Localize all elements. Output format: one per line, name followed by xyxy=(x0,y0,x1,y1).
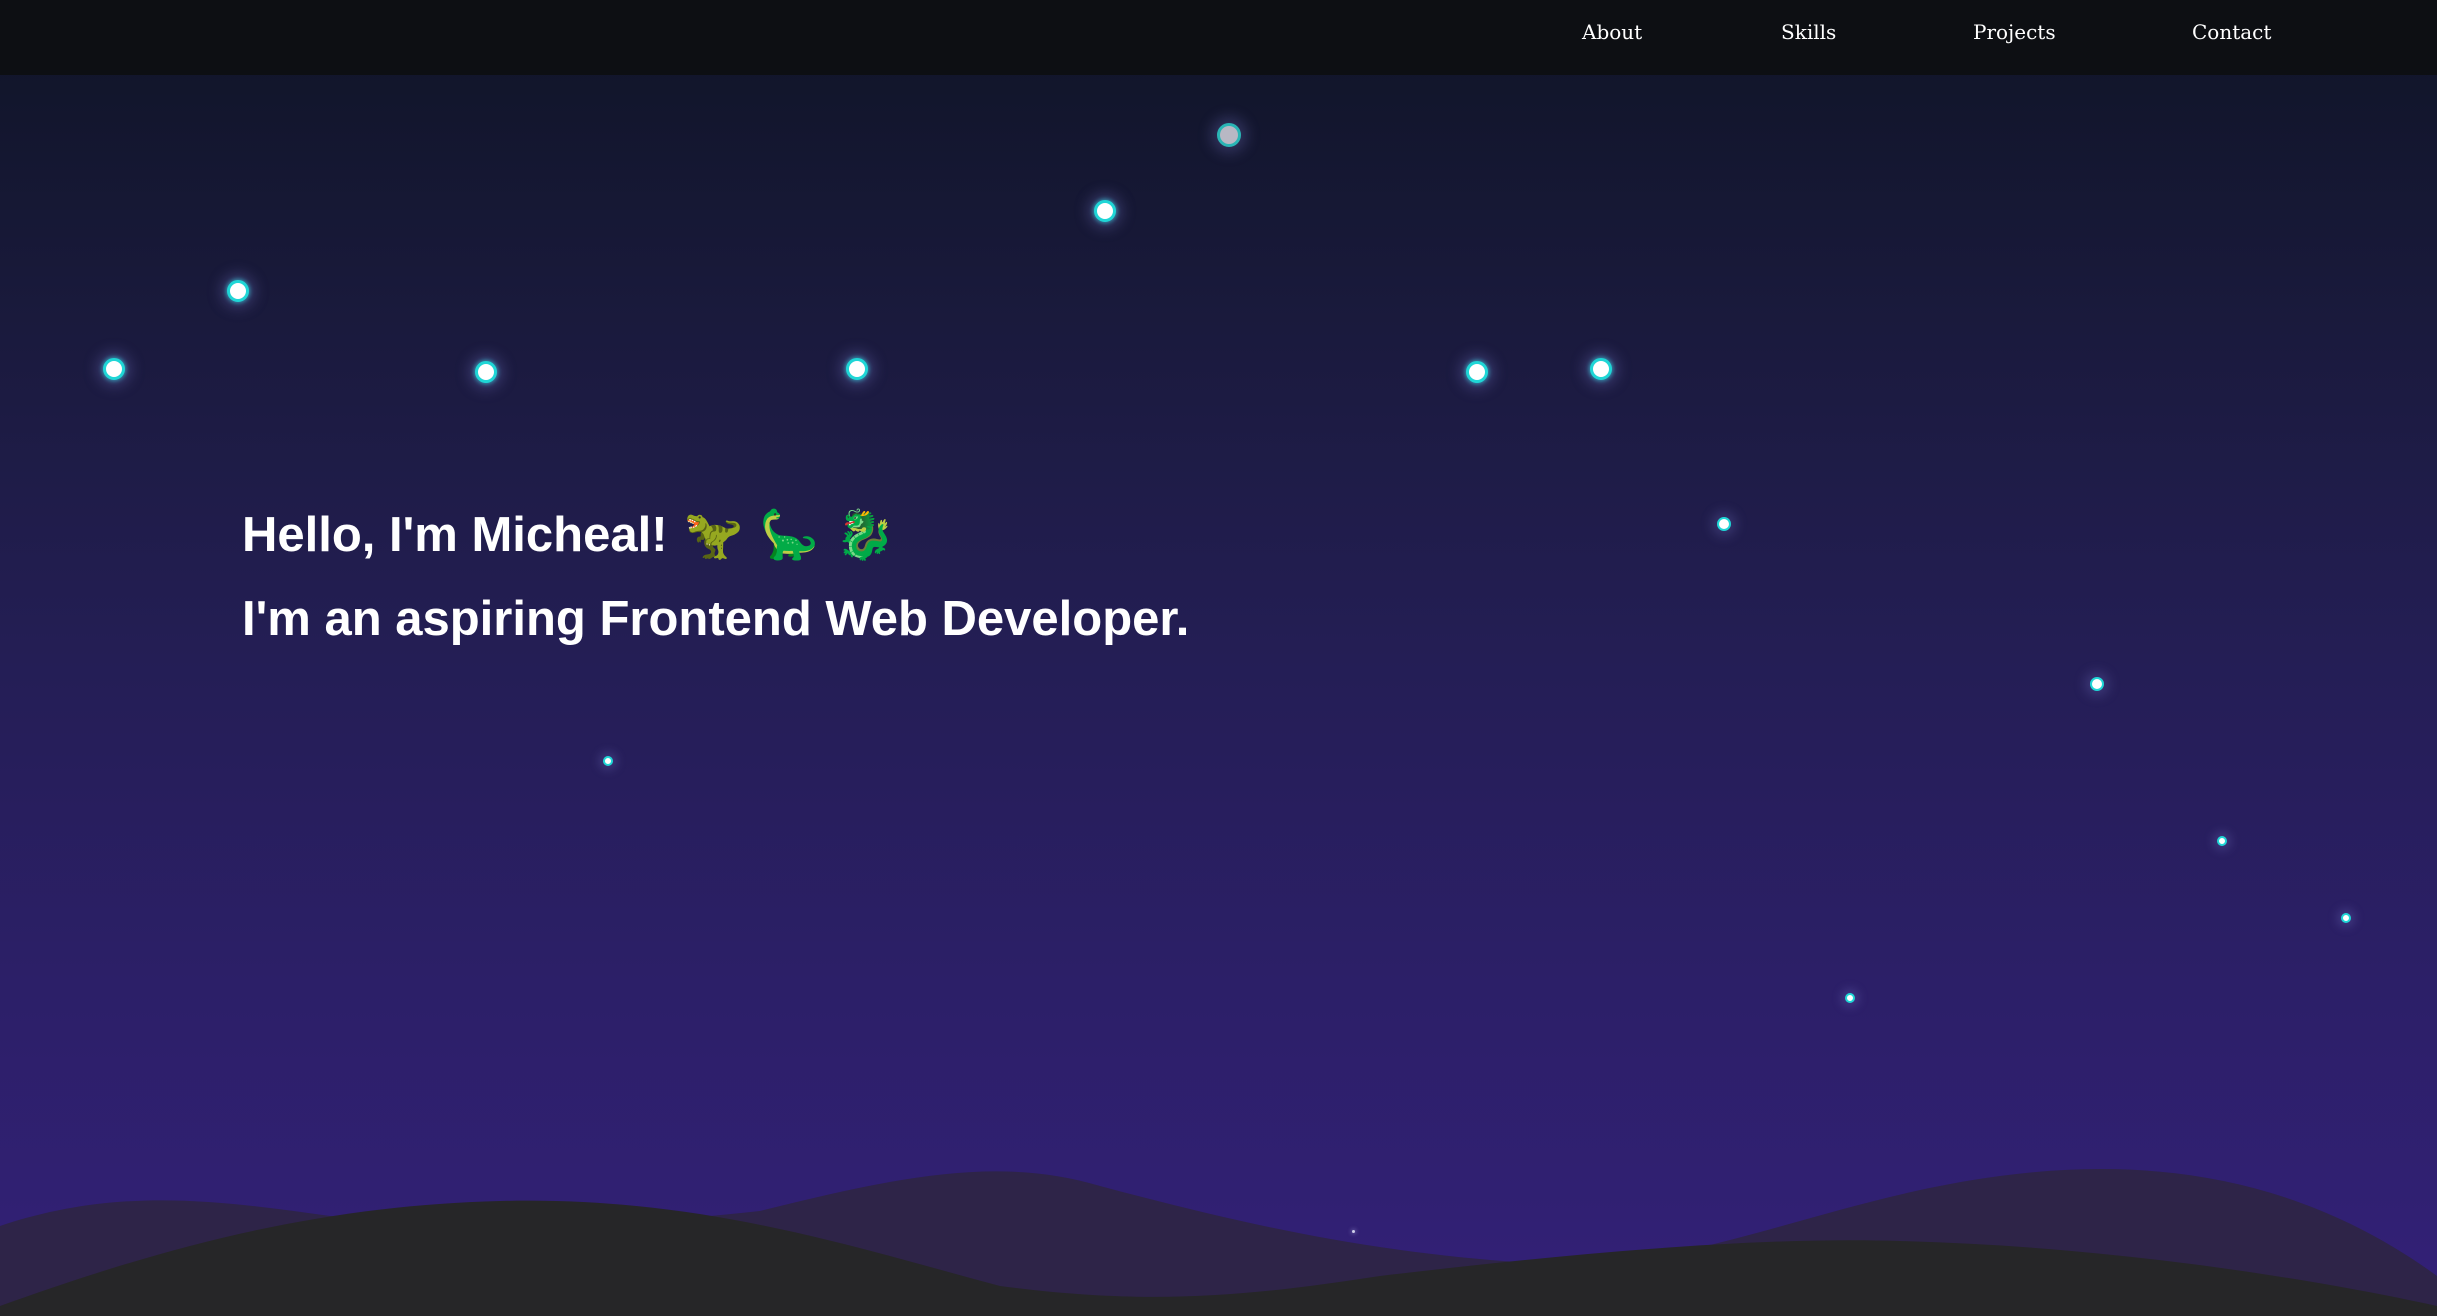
star xyxy=(475,361,497,383)
star xyxy=(2090,677,2104,691)
sauropod-icon: 🦕 xyxy=(759,507,820,563)
portfolio-page: About Skills Projects Contact Hello, I'm… xyxy=(0,0,2437,1316)
greeting-text: Hello, I'm Micheal! xyxy=(242,508,668,562)
nav-link-about[interactable]: About xyxy=(1582,20,1642,44)
hero-subtitle: I'm an aspiring Frontend Web Developer. xyxy=(242,592,1190,646)
star xyxy=(1094,200,1116,222)
star xyxy=(1217,123,1241,147)
star xyxy=(2217,836,2227,846)
hero-section: Hello, I'm Micheal! 🦖 🦕 🐉 I'm an aspiring F… xyxy=(242,505,1189,673)
star xyxy=(1466,361,1488,383)
star xyxy=(603,756,613,766)
nav-link-contact[interactable]: Contact xyxy=(2192,20,2271,44)
nav-link-skills[interactable]: Skills xyxy=(1781,20,1836,44)
star xyxy=(1717,517,1731,531)
star xyxy=(103,358,125,380)
nav-link-projects[interactable]: Projects xyxy=(1973,20,2056,44)
dragon-icon: 🐉 xyxy=(835,507,895,563)
star xyxy=(227,280,249,302)
hills-silhouette xyxy=(0,1169,2437,1316)
star xyxy=(1845,993,1855,1003)
star xyxy=(2341,913,2351,923)
hero-greeting: Hello, I'm Micheal! 🦖 🦕 🐉 xyxy=(242,505,1189,565)
star xyxy=(1590,358,1612,380)
t-rex-icon: 🦖 xyxy=(683,507,744,563)
navbar: About Skills Projects Contact xyxy=(0,0,2437,75)
star xyxy=(846,358,868,380)
